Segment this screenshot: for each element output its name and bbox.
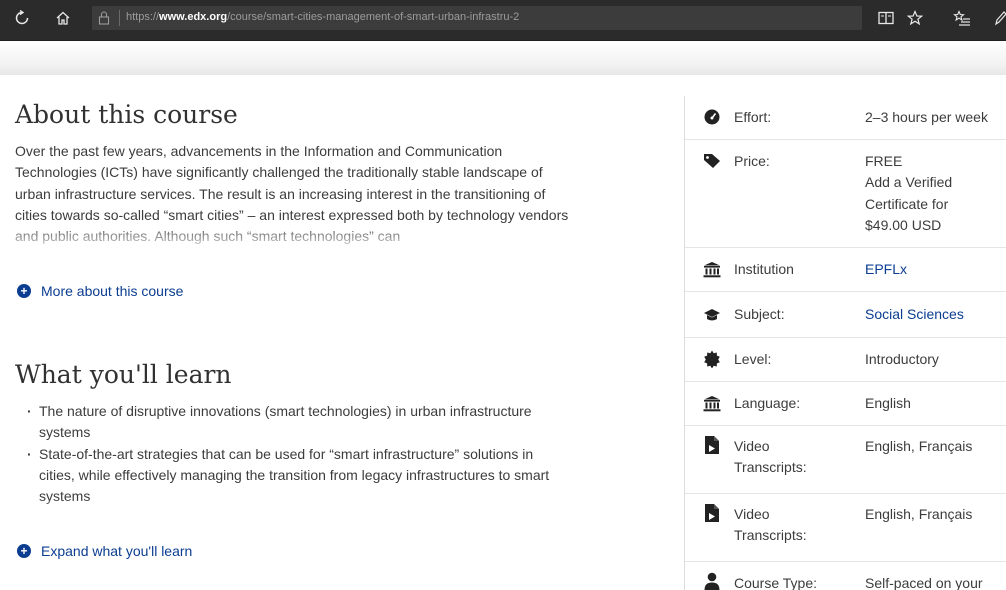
- address-bar[interactable]: https://www.edx.org/course/smart-cities-…: [92, 6, 862, 30]
- level-badge-icon: [703, 350, 721, 368]
- institution-label: Institution: [734, 261, 794, 277]
- detail-row-video-transcripts: Video Transcripts: English, Français: [685, 494, 1006, 562]
- refresh-icon[interactable]: [10, 6, 34, 30]
- detail-row-course-type: Course Type: Self-paced on your: [685, 562, 1006, 590]
- effort-icon: [703, 108, 721, 126]
- plus-circle-icon: +: [17, 544, 31, 558]
- pen-icon[interactable]: [988, 6, 1006, 30]
- course-type-label: Course Type:: [734, 575, 818, 590]
- detail-row-effort: Effort: 2–3 hours per week: [685, 96, 1006, 140]
- video-transcripts-label: Video Transcripts:: [734, 438, 807, 476]
- language-value: English: [865, 395, 911, 411]
- price-label: Price:: [734, 153, 770, 169]
- about-course-heading: About this course: [15, 100, 238, 129]
- subject-link[interactable]: Social Sciences: [865, 304, 1006, 325]
- address-separator: [119, 10, 120, 26]
- level-value: Introductory: [865, 351, 939, 367]
- home-icon[interactable]: [51, 6, 75, 30]
- url-prefix: https://: [126, 11, 160, 23]
- url-text[interactable]: https://www.edx.org/course/smart-cities-…: [126, 11, 519, 23]
- language-icon: [703, 394, 721, 412]
- institution-link[interactable]: EPFLx: [865, 259, 1006, 280]
- institution-icon: [703, 260, 721, 278]
- video-transcript-icon: [703, 504, 721, 522]
- url-host: www.edx.org: [159, 11, 228, 23]
- text-fade: [15, 223, 571, 259]
- effort-label: Effort:: [734, 109, 772, 125]
- more-about-course-label: More about this course: [41, 283, 184, 299]
- url-path: /course/smart-cities-management-of-smart…: [227, 11, 520, 23]
- detail-row-institution: Institution EPFLx: [685, 248, 1006, 292]
- list-fade: [27, 499, 567, 527]
- page-header-strip: [0, 41, 1006, 75]
- detail-row-level: Level: Introductory: [685, 338, 1006, 382]
- graduation-cap-icon: [703, 306, 721, 324]
- plus-circle-icon: +: [17, 284, 31, 298]
- lock-icon: [98, 10, 110, 31]
- price-tag-icon: [703, 152, 721, 170]
- detail-row-price: Price: FREE Add a Verified Certificate f…: [685, 140, 1006, 248]
- browser-toolbar: https://www.edx.org/course/smart-cities-…: [0, 0, 1006, 41]
- language-label: Language:: [734, 395, 801, 411]
- level-label: Level:: [734, 351, 772, 367]
- video-transcripts-value: English, Français: [865, 506, 973, 522]
- video-transcript-icon: [703, 436, 721, 454]
- favorites-icon[interactable]: [950, 6, 974, 30]
- more-about-course-link[interactable]: + More about this course: [17, 283, 183, 299]
- reading-view-icon[interactable]: [874, 6, 898, 30]
- video-transcripts-label: Video Transcripts:: [734, 506, 807, 544]
- subject-label: Subject:: [734, 306, 785, 322]
- person-icon: [703, 572, 721, 590]
- price-value: FREE Add a Verified Certificate for $49.…: [865, 153, 953, 233]
- star-icon[interactable]: [903, 6, 927, 30]
- effort-value: 2–3 hours per week: [865, 109, 988, 125]
- video-transcripts-value: English, Français: [865, 438, 973, 454]
- detail-row-language: Language: English: [685, 382, 1006, 426]
- what-youll-learn-heading: What you'll learn: [15, 360, 232, 389]
- learn-list: The nature of disruptive innovations (sm…: [27, 401, 567, 527]
- expand-learn-label: Expand what you'll learn: [41, 543, 193, 559]
- learn-item: The nature of disruptive innovations (sm…: [27, 401, 567, 444]
- learn-item: State-of-the-art strategies that can be …: [27, 444, 567, 508]
- course-type-value: Self-paced on your: [865, 575, 983, 590]
- detail-row-subject: Subject: Social Sciences: [685, 292, 1006, 338]
- expand-learn-link[interactable]: + Expand what you'll learn: [17, 543, 192, 559]
- detail-row-video-transcripts: Video Transcripts: English, Français: [685, 426, 1006, 494]
- about-course-text: Over the past few years, advancements in…: [15, 141, 571, 259]
- course-details-sidebar: Effort: 2–3 hours per week Price: FREE A…: [684, 96, 1006, 590]
